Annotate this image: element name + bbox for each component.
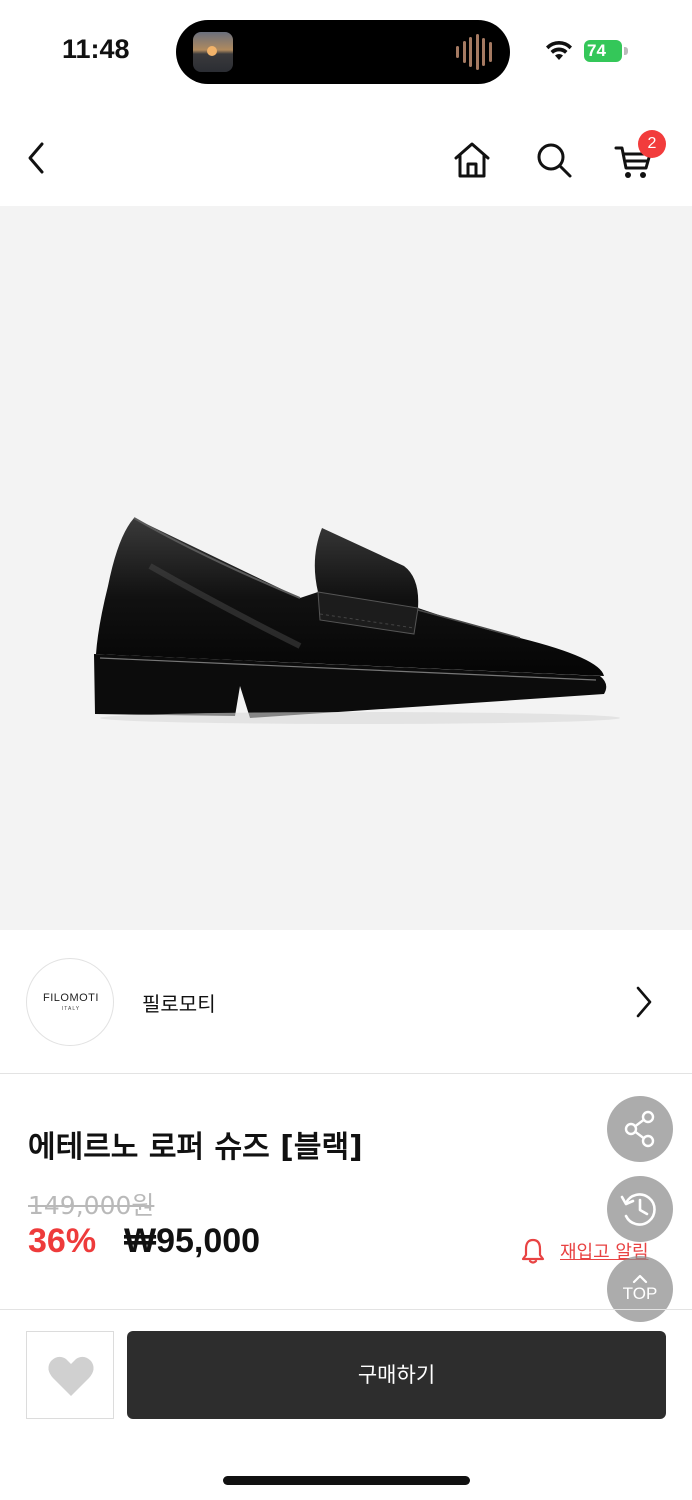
bell-icon [521, 1238, 545, 1264]
original-price: 149,000원 [28, 1191, 155, 1220]
search-icon[interactable] [532, 138, 576, 182]
share-icon [624, 1110, 655, 1148]
brand-row[interactable]: FILOMOTI ITALY 필로모티 [0, 930, 692, 1074]
battery-level: 74 [587, 41, 606, 60]
status-bar: 11:48 74 [0, 0, 692, 100]
divider [0, 1309, 692, 1310]
home-icon[interactable] [450, 138, 494, 182]
heart-icon [48, 1356, 94, 1396]
discount-rate: 36% [28, 1222, 97, 1260]
audio-waveform-icon [456, 34, 492, 70]
now-playing-thumbnail [193, 32, 233, 72]
sale-price: ₩95,000 [124, 1222, 261, 1260]
buy-button[interactable]: 구매하기 [127, 1331, 666, 1419]
brand-name: 필로모티 [142, 992, 216, 1016]
brand-logo-text: FILOMOTI [43, 992, 99, 1004]
wishlist-button[interactable] [26, 1331, 114, 1419]
home-indicator [223, 1476, 470, 1485]
cart-count-badge: 2 [638, 130, 666, 158]
history-icon [620, 1193, 656, 1226]
battery-icon: 74 [584, 40, 628, 62]
status-time: 11:48 [62, 34, 130, 64]
wifi-icon [546, 40, 572, 60]
scroll-to-top-label: TOP [622, 1284, 658, 1303]
chevron-right-icon [636, 986, 652, 1018]
share-button[interactable] [607, 1096, 673, 1162]
top-navigation [0, 118, 692, 206]
chevron-left-icon[interactable] [20, 136, 56, 180]
recently-viewed-button[interactable] [607, 1176, 673, 1242]
dynamic-island [176, 20, 510, 84]
loafer-shoe-illustration [94, 517, 620, 724]
product-title: 에테르노 로퍼 슈즈 [블랙] [28, 1130, 363, 1165]
brand-logo: FILOMOTI ITALY [26, 958, 114, 1046]
product-image[interactable] [0, 206, 692, 930]
scroll-to-top-button[interactable]: TOP [607, 1256, 673, 1322]
brand-logo-subtext: ITALY [61, 1006, 81, 1012]
